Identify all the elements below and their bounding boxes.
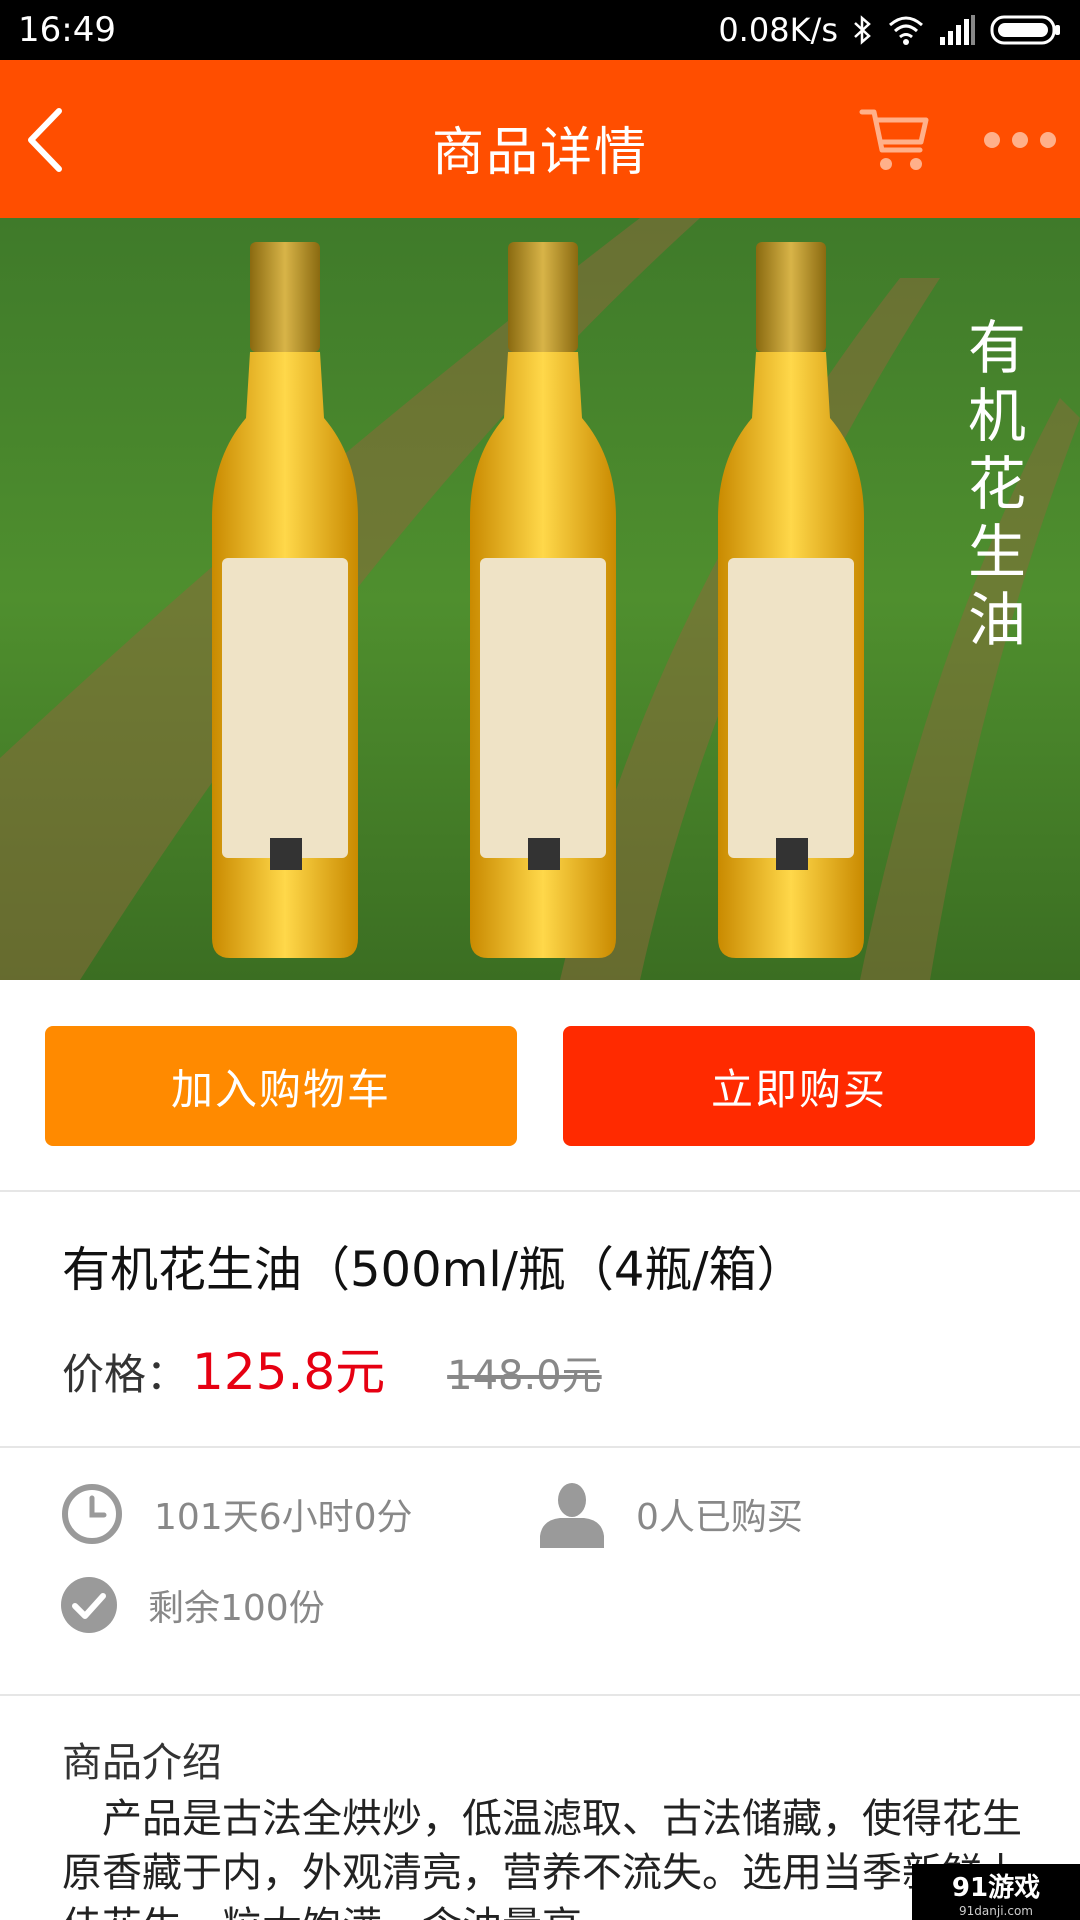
time-left-item: 101天6小时0分 xyxy=(60,1482,413,1546)
time-left-text: 101天6小时0分 xyxy=(154,1497,413,1538)
cart-button[interactable] xyxy=(858,104,932,176)
watermark-logo: 91游戏 xyxy=(951,1872,1041,1903)
price-row: 价格： 125.8元 148.0元 xyxy=(62,1332,602,1404)
overlay-char: 有 xyxy=(968,314,1026,382)
product-info: 有机花生油（500ml/瓶（4瓶/箱） 价格： 125.8元 148.0元 xyxy=(0,1192,1080,1448)
overlay-char: 油 xyxy=(968,586,1026,654)
product-image[interactable]: 有 机 花 生 油 xyxy=(0,218,1080,980)
site-watermark: 91游戏 91danji.com xyxy=(912,1864,1080,1920)
person-icon xyxy=(540,1483,604,1548)
network-speed: 0.08K/s xyxy=(718,11,838,49)
remaining-text: 剩余100份 xyxy=(148,1588,325,1629)
check-circle-icon xyxy=(61,1577,117,1633)
signal-icon xyxy=(938,15,976,45)
overlay-char: 花 xyxy=(968,450,1026,518)
watermark-url: 91danji.com xyxy=(959,1903,1033,1918)
add-to-cart-button[interactable]: 加入购物车 xyxy=(45,1026,517,1146)
status-time: 16:49 xyxy=(18,10,116,50)
current-price: 125.8元 xyxy=(192,1343,386,1401)
overlay-char: 机 xyxy=(968,382,1026,450)
product-name: 有机花生油（500ml/瓶（4瓶/箱） xyxy=(62,1242,805,1298)
status-bar: 16:49 0.08K/s xyxy=(0,0,1080,60)
product-photo: 有 机 花 生 油 xyxy=(0,218,1080,980)
product-meta: 101天6小时0分 0人已购买 剩余100份 xyxy=(0,1448,1080,1696)
battery-icon xyxy=(990,14,1062,46)
remaining-item: 剩余100份 xyxy=(60,1576,325,1634)
clock-icon xyxy=(62,1484,122,1544)
buy-now-button[interactable]: 立即购买 xyxy=(563,1026,1035,1146)
more-options-button[interactable] xyxy=(984,128,1064,152)
description-text: 产品是古法全烘炒，低温滤取、古法储藏，使得花生原香藏于内，外观清亮，营养不流失。… xyxy=(62,1796,1022,1920)
buyers-item: 0人已购买 xyxy=(538,1480,803,1548)
status-icons: 0.08K/s xyxy=(718,11,1062,49)
more-dot-icon xyxy=(984,132,1000,148)
description-title: 商品介绍 xyxy=(62,1740,222,1786)
overlay-char: 生 xyxy=(968,518,1026,586)
original-price: 148.0元 xyxy=(447,1353,602,1399)
action-bar: 加入购物车 立即购买 xyxy=(0,980,1080,1192)
more-dot-icon xyxy=(1040,132,1056,148)
app-header: 商品详情 xyxy=(0,60,1080,218)
more-dot-icon xyxy=(1012,132,1028,148)
price-label: 价格： xyxy=(62,1350,189,1399)
shopping-cart-icon xyxy=(859,109,929,170)
bluetooth-icon xyxy=(852,14,874,46)
buyers-text: 0人已购买 xyxy=(636,1497,803,1538)
wifi-icon xyxy=(888,15,924,45)
vertical-brand-text: 有 机 花 生 油 xyxy=(968,314,1026,654)
